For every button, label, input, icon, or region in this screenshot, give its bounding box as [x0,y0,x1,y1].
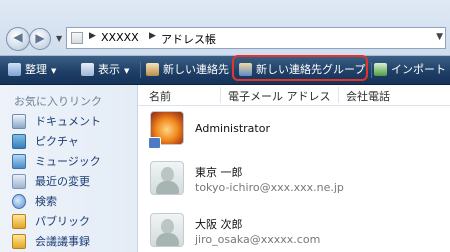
contact-name: 東京 一郎 [195,166,243,179]
import-icon [374,62,387,76]
back-button[interactable]: ◀ [6,27,30,51]
favorite-links-heading: お気に入りリンク [14,95,102,108]
breadcrumb-arrow-icon[interactable]: ▶ [89,31,96,41]
breadcrumb-current[interactable]: アドレス帳 [161,31,216,47]
views-icon [81,62,94,76]
recent-pages-dropdown-icon[interactable]: ▼ [56,34,62,44]
sidebar-item-public[interactable]: パブリック [12,212,90,232]
pictures-icon [12,133,26,149]
sidebar-item-search[interactable]: 検索 [12,192,57,212]
contact-name: 大阪 次郎 [195,218,243,231]
address-bar-area: ◀ ▶ ▼ ▶ XXXXX ▶ アドレス帳 ▼ [0,0,450,56]
column-header-row: 名前 電子メール アドレス 会社電話 [138,85,450,106]
import-button[interactable]: インポート [374,56,446,84]
documents-icon [12,113,26,129]
chevron-down-icon: ▼ [124,67,130,75]
command-toolbar: 整理 ▼ 表示 ▼ 新しい連絡先 新しい連絡先グループ インポート [0,56,450,85]
contact-email: tokyo-ichiro@xxx.xxx.ne.jp [195,181,344,194]
contact-avatar [150,161,184,195]
sidebar-item-recent-changes[interactable]: 最近の変更 [12,172,90,192]
contact-email: jiro_osaka@xxxxx.com [195,233,321,246]
contact-avatar [150,213,184,247]
toolbar-divider [140,62,141,78]
column-header-name[interactable]: 名前 [149,88,171,104]
organize-button[interactable]: 整理 ▼ [8,56,56,84]
sidebar-item-meeting-minutes[interactable]: 会議議事録 [12,232,90,252]
folder-icon [12,233,26,249]
column-divider[interactable] [338,87,339,103]
contact-name: Administrator [195,122,270,135]
recent-changes-icon [12,173,26,189]
toolbar-divider [371,62,372,78]
breadcrumb-root[interactable]: XXXXX [101,31,139,44]
forward-arrow-icon: ▶ [35,31,45,45]
new-contact-icon [146,62,159,76]
breadcrumb-arrow-icon[interactable]: ▶ [149,31,156,41]
column-header-email[interactable]: 電子メール アドレス [228,88,331,104]
address-box[interactable]: ▶ XXXXX ▶ アドレス帳 ▼ [66,27,446,49]
organize-icon [8,62,21,76]
column-divider[interactable] [220,87,221,103]
address-dropdown-icon[interactable]: ▼ [436,32,443,42]
public-folder-icon [12,213,26,229]
favorite-links-pane: お気に入りリンク ドキュメント ピクチャ ミュージック 最近の変更 検索 パブリ… [0,85,138,252]
music-icon [12,153,26,169]
search-icon [12,193,26,209]
highlight-frame [232,55,368,81]
new-contact-button[interactable]: 新しい連絡先 [146,56,229,84]
forward-button[interactable]: ▶ [29,28,51,50]
sidebar-item-documents[interactable]: ドキュメント [12,112,101,132]
column-header-business-phone[interactable]: 会社電話 [346,88,390,104]
contacts-folder-icon [71,32,83,44]
view-button[interactable]: 表示 ▼ [81,56,129,84]
contact-badge-icon [148,137,161,149]
back-arrow-icon: ◀ [13,30,23,44]
contacts-list: 名前 電子メール アドレス 会社電話 Administrator 東京 一郎 t… [138,85,450,252]
chevron-down-icon: ▼ [51,67,57,75]
sidebar-item-pictures[interactable]: ピクチャ [12,132,79,152]
sidebar-item-music[interactable]: ミュージック [12,152,101,172]
